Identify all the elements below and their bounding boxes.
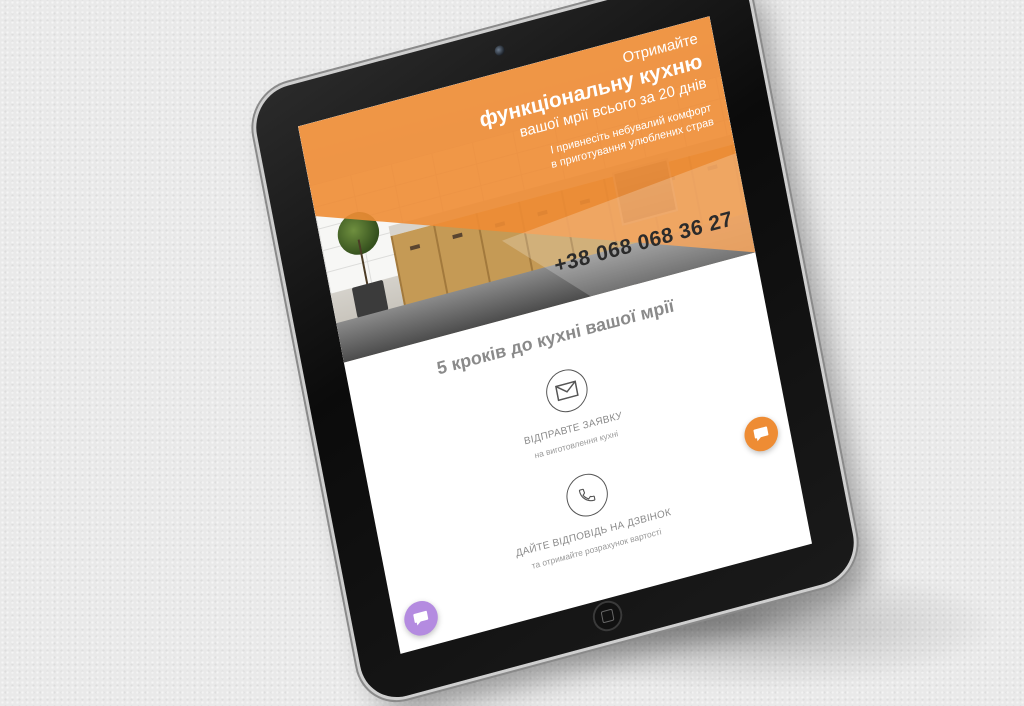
chat-bubble-icon <box>753 426 769 442</box>
tablet-screen: Отримайте функціональну кухню вашої мрії… <box>297 16 813 654</box>
camera-icon <box>493 44 506 57</box>
chat-button-orange[interactable] <box>741 412 781 456</box>
chat-bubble-icon <box>413 610 429 626</box>
envelope-icon <box>542 364 592 417</box>
phone-icon <box>562 469 612 522</box>
home-button[interactable] <box>590 597 625 635</box>
